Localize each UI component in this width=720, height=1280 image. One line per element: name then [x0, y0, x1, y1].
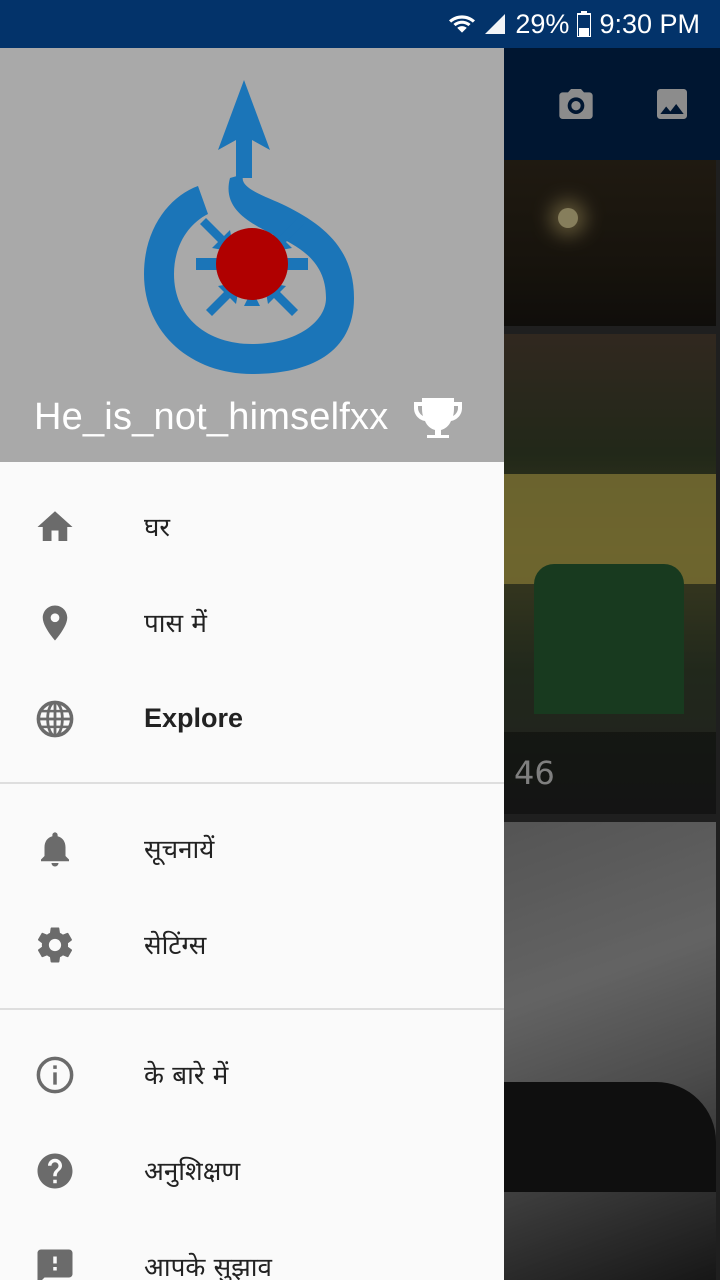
location-pin-icon	[42, 605, 68, 641]
trophy-icon[interactable]	[412, 396, 464, 440]
battery-icon	[577, 11, 592, 37]
menu-item-settings[interactable]: सेटिंग्स	[0, 896, 504, 992]
menu-item-explore[interactable]: Explore	[0, 670, 504, 766]
menu-item-notifications[interactable]: सूचनायें	[0, 800, 504, 896]
menu-item-label: Explore	[144, 702, 244, 733]
navigation-drawer: He_is_not_himselfxx घर पास में Explore स…	[0, 48, 504, 1280]
menu-item-label: आपके सुझाव	[144, 1253, 272, 1280]
menu-item-label: सेटिंग्स	[144, 931, 207, 961]
menu-item-label: के बारे में	[144, 1061, 229, 1091]
menu-item-nearby[interactable]: पास में	[0, 574, 504, 670]
wikimedia-commons-logo	[144, 80, 354, 374]
status-bar: 29% 9:30 PM	[0, 0, 720, 48]
battery-percent: 29%	[515, 8, 570, 39]
home-icon	[37, 511, 73, 541]
menu-item-label: घर	[144, 513, 171, 543]
menu-item-label: सूचनायें	[144, 835, 215, 865]
menu-item-home[interactable]: घर	[0, 478, 504, 574]
screen: 46 29% 9:30 PM He_is_not_himselfxx घर पा…	[0, 0, 720, 1280]
menu-item-feedback[interactable]: आपके सुझाव	[0, 1218, 504, 1280]
clock: 9:30 PM	[599, 8, 700, 39]
menu-item-about[interactable]: के बारे में	[0, 1026, 504, 1122]
gear-icon	[37, 927, 73, 963]
menu-item-label: पास में	[144, 609, 207, 639]
menu-item-tutorial[interactable]: अनुशिक्षण	[0, 1122, 504, 1218]
menu-group-help: के बारे में अनुशिक्षण आपके सुझाव	[0, 1010, 504, 1280]
menu-group-main: घर पास में Explore	[0, 462, 504, 782]
feedback-icon	[37, 1249, 73, 1280]
info-icon	[36, 1056, 74, 1094]
globe-icon	[36, 700, 74, 738]
wifi-icon	[449, 11, 476, 37]
menu-group-secondary: सूचनायें सेटिंग्स	[0, 784, 504, 1008]
signal-icon	[483, 11, 507, 37]
username[interactable]: He_is_not_himselfxx	[34, 396, 388, 439]
bell-icon	[41, 832, 69, 867]
help-icon	[37, 1153, 73, 1189]
drawer-header: He_is_not_himselfxx	[0, 48, 504, 462]
menu-item-label: अनुशिक्षण	[144, 1157, 241, 1187]
